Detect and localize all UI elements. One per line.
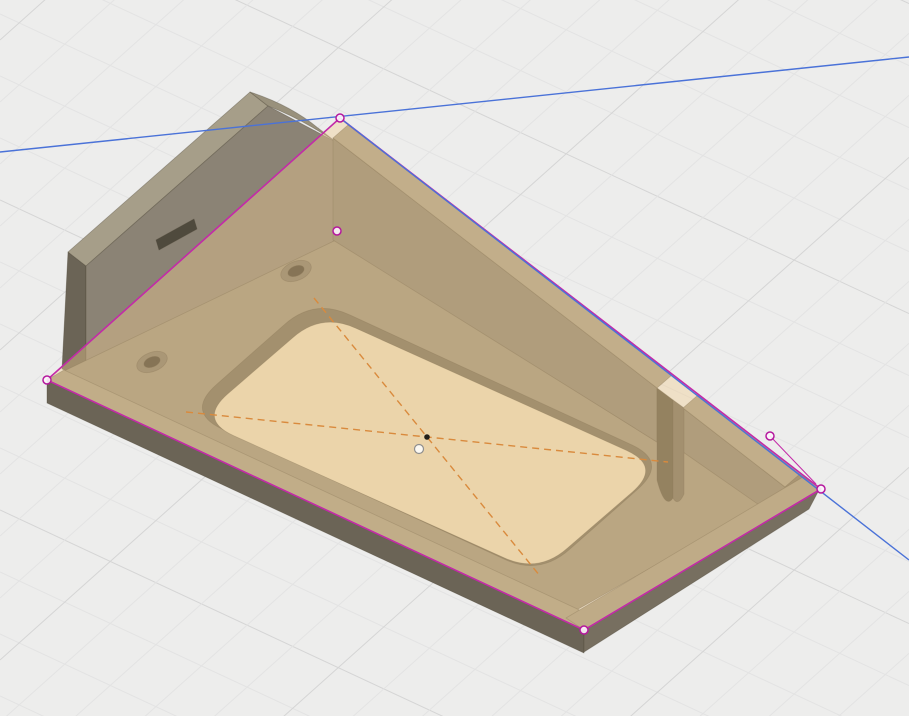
scene-canvas[interactable] bbox=[0, 0, 909, 716]
grid-line bbox=[0, 572, 909, 716]
sketch-point[interactable] bbox=[333, 227, 341, 235]
sketch-point[interactable] bbox=[43, 376, 51, 384]
sketch-layer bbox=[0, 57, 909, 634]
sketch-point[interactable] bbox=[580, 626, 588, 634]
sketch-point[interactable] bbox=[766, 432, 774, 440]
grid-line bbox=[0, 0, 909, 128]
grid-line bbox=[0, 0, 909, 66]
sketch-point[interactable] bbox=[336, 114, 344, 122]
cad-3d-viewport[interactable] bbox=[0, 0, 909, 716]
sketch-origin-point[interactable] bbox=[415, 445, 424, 454]
sketch-center-point[interactable] bbox=[424, 434, 430, 440]
sketch-point[interactable] bbox=[817, 485, 825, 493]
grid-line bbox=[0, 634, 909, 716]
grid-line bbox=[0, 0, 909, 190]
